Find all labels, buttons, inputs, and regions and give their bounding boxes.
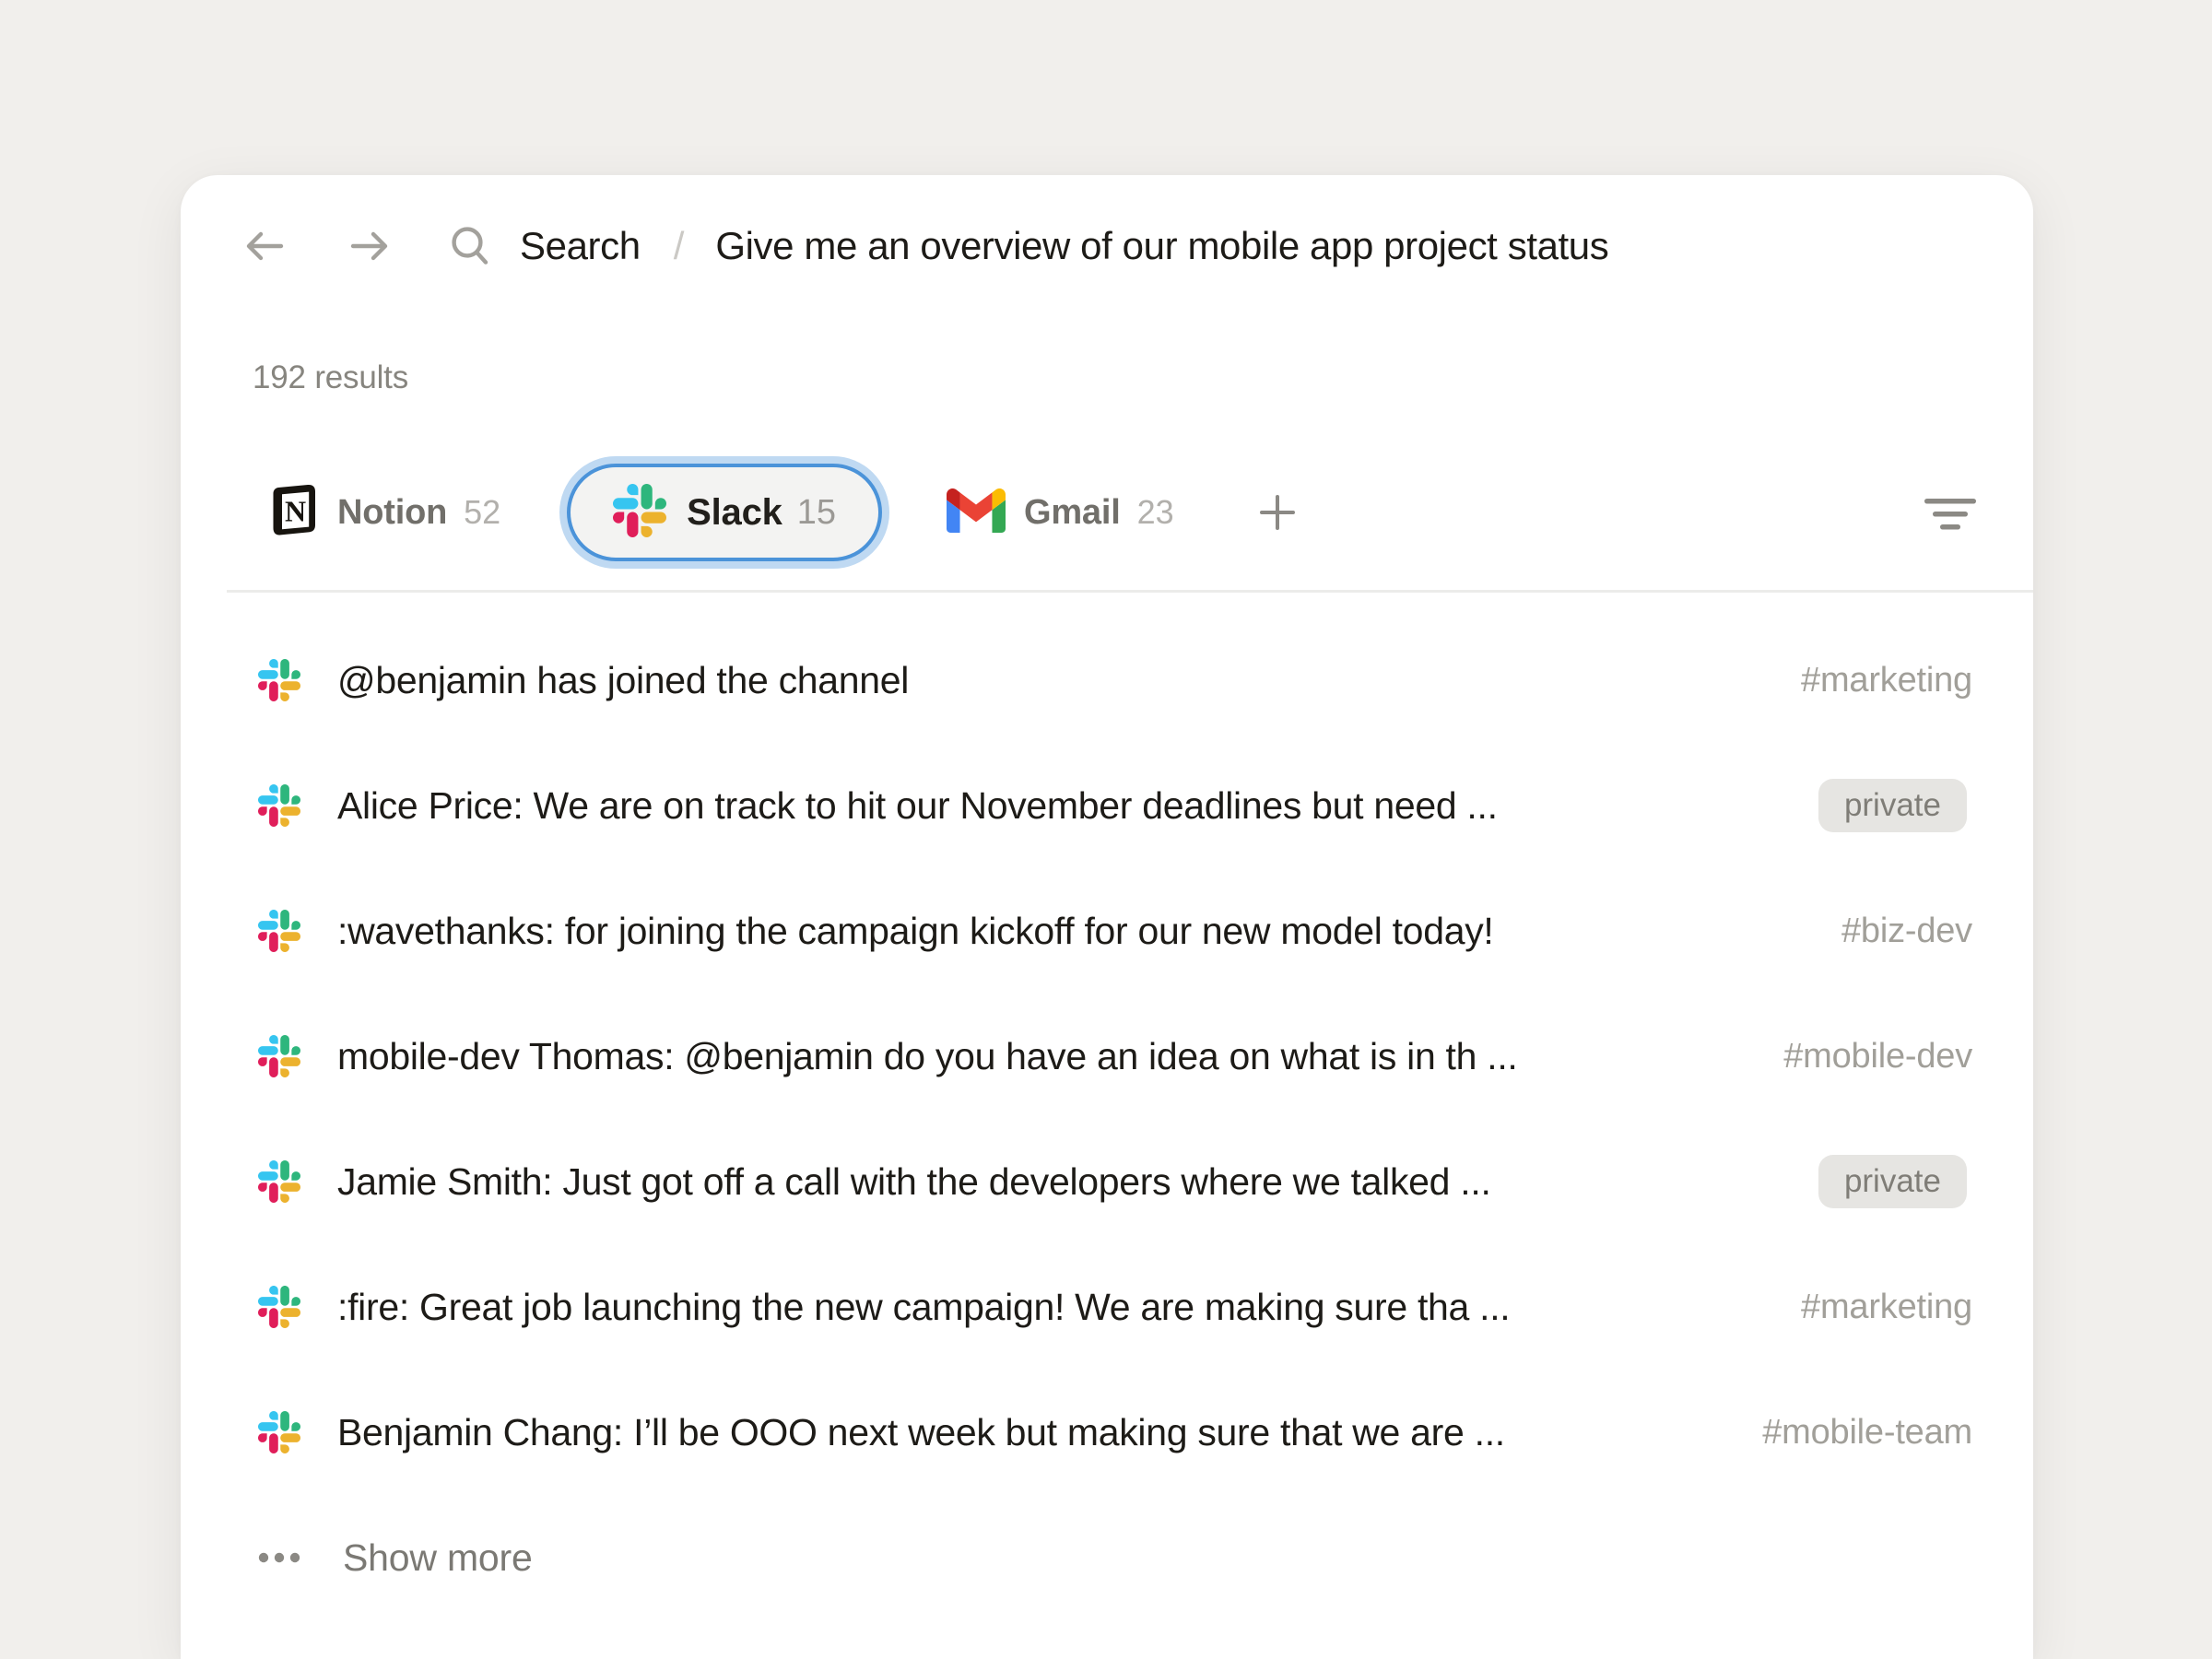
tab-gmail-count: 23 [1137, 493, 1174, 532]
forward-arrow-icon[interactable] [347, 226, 393, 266]
result-row[interactable]: Alice Price: We are on track to hit our … [241, 743, 1972, 868]
result-row[interactable]: Jamie Smith: Just got off a call with th… [241, 1119, 1972, 1244]
results-list: @benjamin has joined the channel #market… [241, 618, 1972, 1620]
result-channel: #mobile-dev [1783, 1037, 1972, 1077]
result-channel: #mobile-team [1762, 1413, 1972, 1453]
tab-notion-label: Notion [337, 493, 447, 533]
result-row[interactable]: mobile-dev Thomas: @benjamin do you have… [241, 994, 1972, 1119]
tabs-divider [227, 590, 2033, 593]
result-text: mobile-dev Thomas: @benjamin do you have… [337, 1035, 1756, 1078]
result-text: Alice Price: We are on track to hit our … [337, 784, 1791, 828]
private-badge: private [1818, 779, 1967, 832]
tab-notion-count: 52 [464, 493, 500, 532]
ellipsis-icon [258, 1552, 302, 1563]
search-icon [446, 222, 494, 270]
results-count: 192 results [253, 359, 408, 396]
slack-logo-icon [258, 910, 300, 952]
notion-logo-icon [267, 483, 319, 543]
result-channel: #biz-dev [1841, 912, 1972, 951]
result-text: Jamie Smith: Just got off a call with th… [337, 1160, 1791, 1204]
result-text: Benjamin Chang: I’ll be OOO next week bu… [337, 1411, 1735, 1454]
result-channel: #marketing [1801, 661, 1972, 700]
slack-logo-icon [258, 1411, 300, 1453]
navbar: Search / Give me an overview of our mobi… [241, 219, 1972, 273]
show-more-label: Show more [343, 1536, 533, 1580]
tab-gmail-label: Gmail [1024, 493, 1121, 533]
search-query-text[interactable]: Give me an overview of our mobile app pr… [715, 224, 1608, 268]
slack-logo-icon [258, 1160, 300, 1203]
tab-slack-count: 15 [797, 493, 836, 533]
filter-lines-icon[interactable] [1924, 493, 1976, 532]
breadcrumb-section: Search [520, 224, 641, 268]
result-row[interactable]: :fire: Great job launching the new campa… [241, 1244, 1972, 1370]
result-row[interactable]: :wavethanks: for joining the campaign ki… [241, 868, 1972, 994]
result-row[interactable]: Benjamin Chang: I’ll be OOO next week bu… [241, 1370, 1972, 1495]
result-text: :wavethanks: for joining the campaign ki… [337, 910, 1814, 953]
tab-gmail[interactable]: Gmail 23 [947, 488, 1174, 537]
slack-logo-icon [613, 484, 666, 542]
tab-notion[interactable]: Notion 52 [267, 483, 500, 543]
breadcrumb-separator: / [674, 224, 685, 268]
result-row[interactable]: @benjamin has joined the channel #market… [241, 618, 1972, 743]
slack-logo-icon [258, 1286, 300, 1328]
search-results-panel: Search / Give me an overview of our mobi… [181, 175, 2033, 1659]
private-badge: private [1818, 1155, 1967, 1208]
slack-logo-icon [258, 784, 300, 827]
gmail-logo-icon [947, 488, 1006, 537]
result-text: :fire: Great job launching the new campa… [337, 1286, 1773, 1329]
source-filter-tabs: Notion 52 Slack 15 Gmail 23 [267, 461, 1976, 564]
tab-slack-label: Slack [687, 492, 782, 534]
result-channel: #marketing [1801, 1288, 1972, 1327]
back-arrow-icon[interactable] [241, 226, 288, 266]
tab-slack-selected[interactable]: Slack 15 [567, 464, 882, 561]
show-more-button[interactable]: Show more [241, 1495, 1972, 1620]
result-text: @benjamin has joined the channel [337, 659, 1773, 702]
add-filter-button[interactable] [1255, 490, 1300, 535]
slack-logo-icon [258, 1035, 300, 1077]
slack-logo-icon [258, 659, 300, 701]
